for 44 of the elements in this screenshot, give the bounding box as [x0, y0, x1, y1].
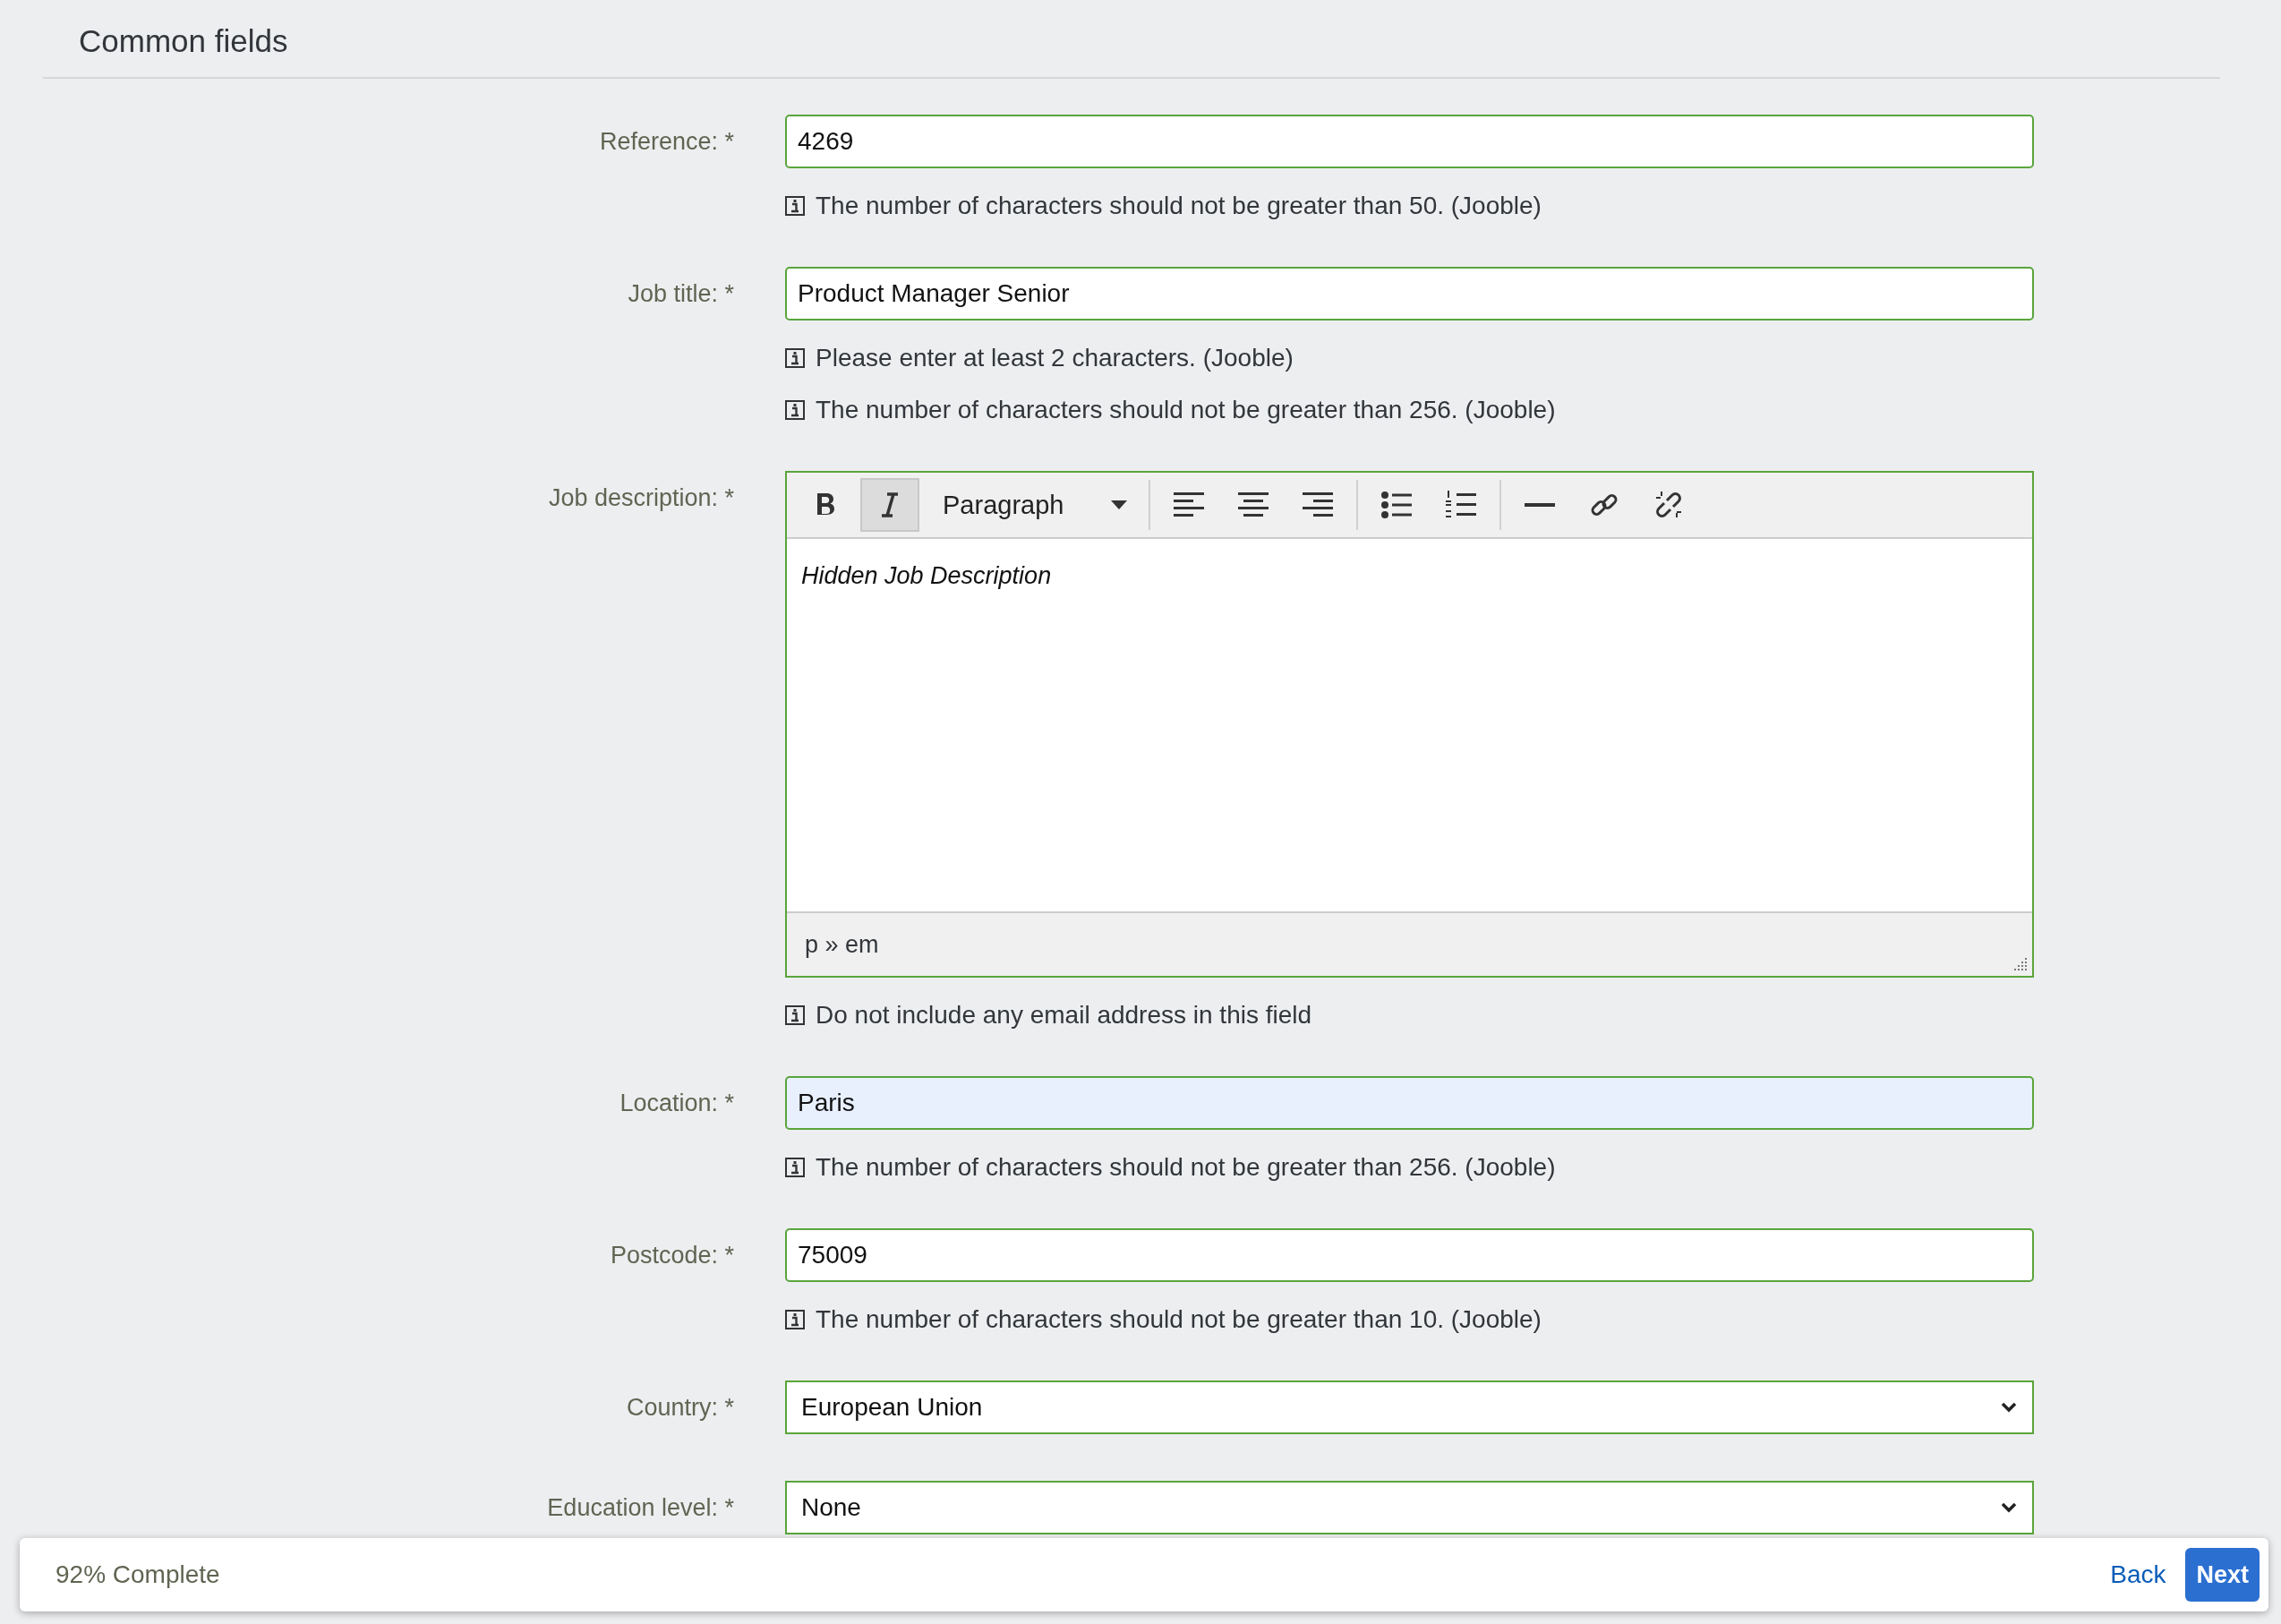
field-label: Job description: * [547, 483, 734, 513]
broken-link-icon [1653, 490, 1684, 520]
dropdown[interactable]: None [785, 1481, 2034, 1534]
next-button[interactable]: Next [2185, 1548, 2260, 1602]
format-dropdown[interactable]: Paragraph [925, 478, 1140, 532]
editor-text: Hidden Job Description [801, 562, 1052, 589]
section-title: Common fields [79, 23, 288, 58]
progress-text: 92% Complete [56, 1560, 220, 1589]
hint-text: The number of characters should not be greater than 10. (Jooble) [816, 1305, 1542, 1334]
field-label: Job title: * [627, 279, 734, 309]
info-icon [785, 1005, 805, 1025]
align-right-icon [1303, 492, 1333, 517]
hint-text: Do not include any email address in this field [816, 1001, 1312, 1030]
info-icon [785, 196, 805, 216]
hint-text: The number of characters should not be greater than 50. (Jooble) [816, 192, 1542, 220]
dropdown[interactable]: European Union [785, 1380, 2034, 1434]
caret-icon [1111, 500, 1127, 509]
text-field[interactable]: Product Manager Senior [785, 267, 2034, 321]
resize-grip-icon [2014, 958, 2027, 970]
field-label: Location: * [619, 1089, 734, 1118]
text-field[interactable]: 75009 [785, 1228, 2034, 1282]
text-field[interactable]: 4269 [785, 115, 2034, 168]
info-icon [785, 1158, 805, 1177]
hint-text: The number of characters should not be greater than 256. (Jooble) [816, 396, 1556, 424]
bullet-list-icon [1381, 491, 1412, 518]
field-label: Education level: * [546, 1493, 734, 1523]
italic-button[interactable] [860, 478, 919, 532]
info-icon [785, 400, 805, 420]
field-label: Country: * [625, 1393, 734, 1423]
hint-text: The number of characters should not be greater than 256. (Jooble) [816, 1153, 1556, 1182]
chevron-down-icon [2000, 1501, 2018, 1514]
field-label: Reference: * [598, 127, 734, 157]
numbered-list-icon [1446, 491, 1476, 519]
info-icon [785, 1310, 805, 1329]
italic-icon [879, 491, 901, 518]
align-center-icon [1238, 492, 1269, 517]
chevron-down-icon [2000, 1401, 2018, 1414]
hint-text: Please enter at least 2 characters. (Jooble) [816, 344, 1294, 372]
text-field[interactable]: Paris [785, 1076, 2034, 1130]
field-label: Postcode: * [609, 1241, 734, 1270]
align-left-icon [1174, 492, 1204, 517]
info-icon [785, 348, 805, 368]
back-link[interactable]: Back [2110, 1560, 2166, 1589]
element-path: p » em [805, 930, 879, 959]
